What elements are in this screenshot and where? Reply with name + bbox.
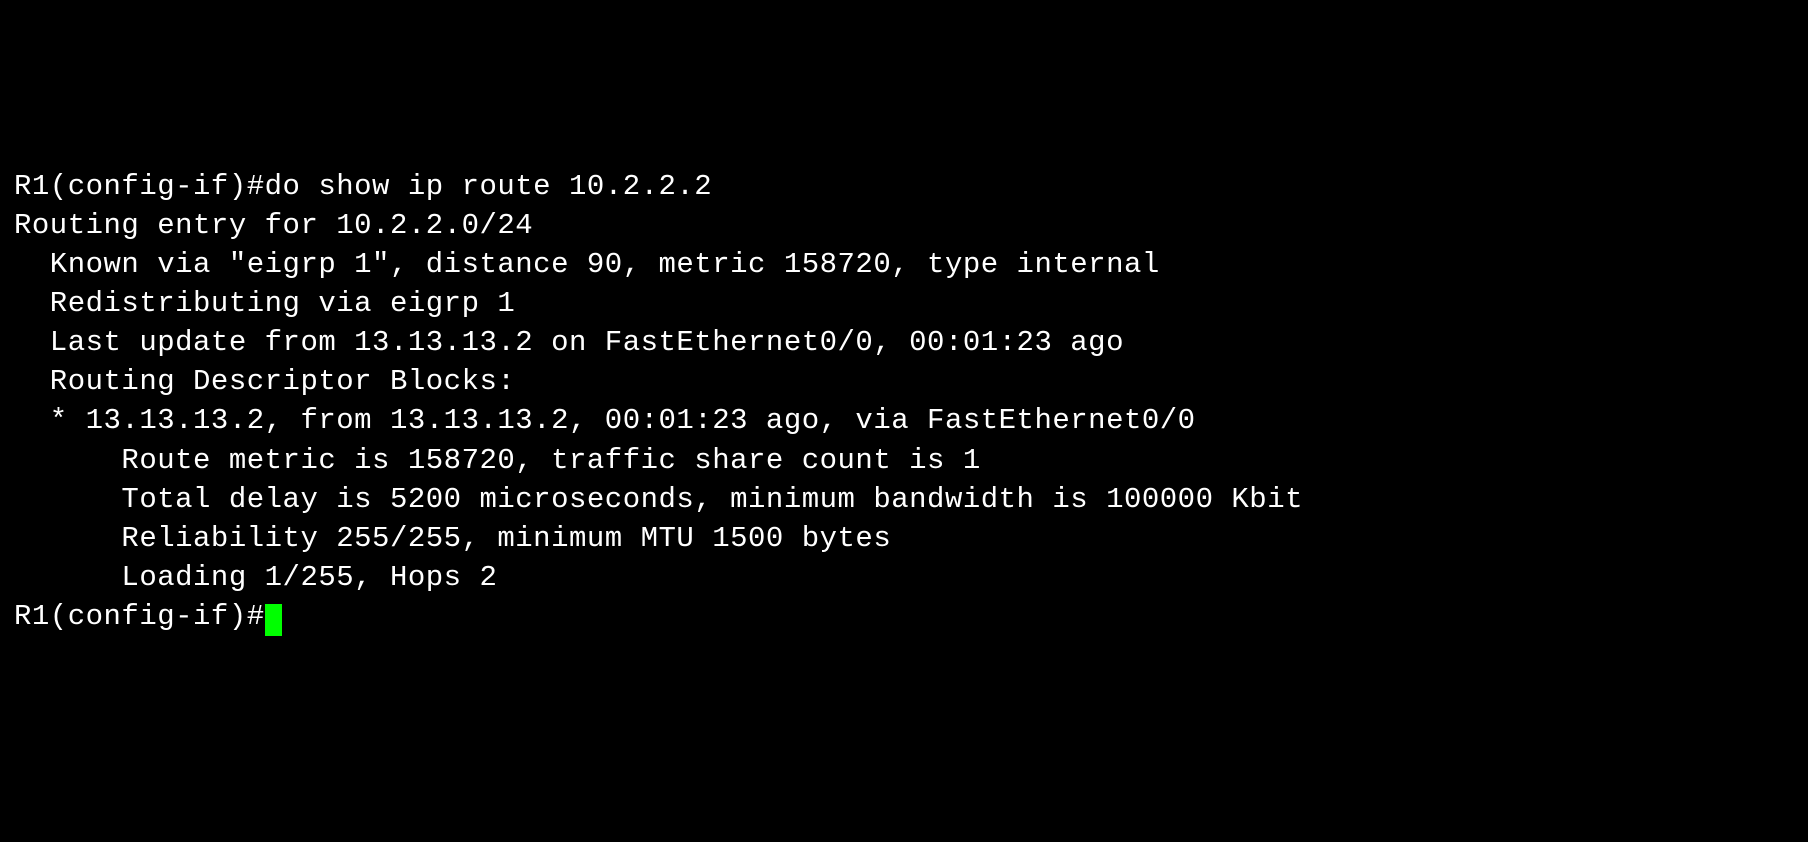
prompt: R1(config-if)#: [14, 600, 265, 633]
output-line: Redistributing via eigrp 1: [14, 284, 1794, 323]
cursor-icon: [265, 604, 282, 636]
output-line: Reliability 255/255, minimum MTU 1500 by…: [14, 519, 1794, 558]
output-line: Total delay is 5200 microseconds, minimu…: [14, 480, 1794, 519]
prompt-line[interactable]: R1(config-if)#: [14, 597, 1794, 636]
output-line: Known via "eigrp 1", distance 90, metric…: [14, 245, 1794, 284]
output-line: Loading 1/255, Hops 2: [14, 558, 1794, 597]
prompt: R1(config-if)#: [14, 170, 265, 203]
output-line: Last update from 13.13.13.2 on FastEther…: [14, 323, 1794, 362]
command-text: do show ip route 10.2.2.2: [265, 170, 713, 203]
output-line: Routing entry for 10.2.2.0/24: [14, 206, 1794, 245]
output-line: Routing Descriptor Blocks:: [14, 362, 1794, 401]
output-line: Route metric is 158720, traffic share co…: [14, 441, 1794, 480]
terminal-output: R1(config-if)#do show ip route 10.2.2.2R…: [14, 167, 1794, 637]
output-line: * 13.13.13.2, from 13.13.13.2, 00:01:23 …: [14, 401, 1794, 440]
command-line: R1(config-if)#do show ip route 10.2.2.2: [14, 167, 1794, 206]
